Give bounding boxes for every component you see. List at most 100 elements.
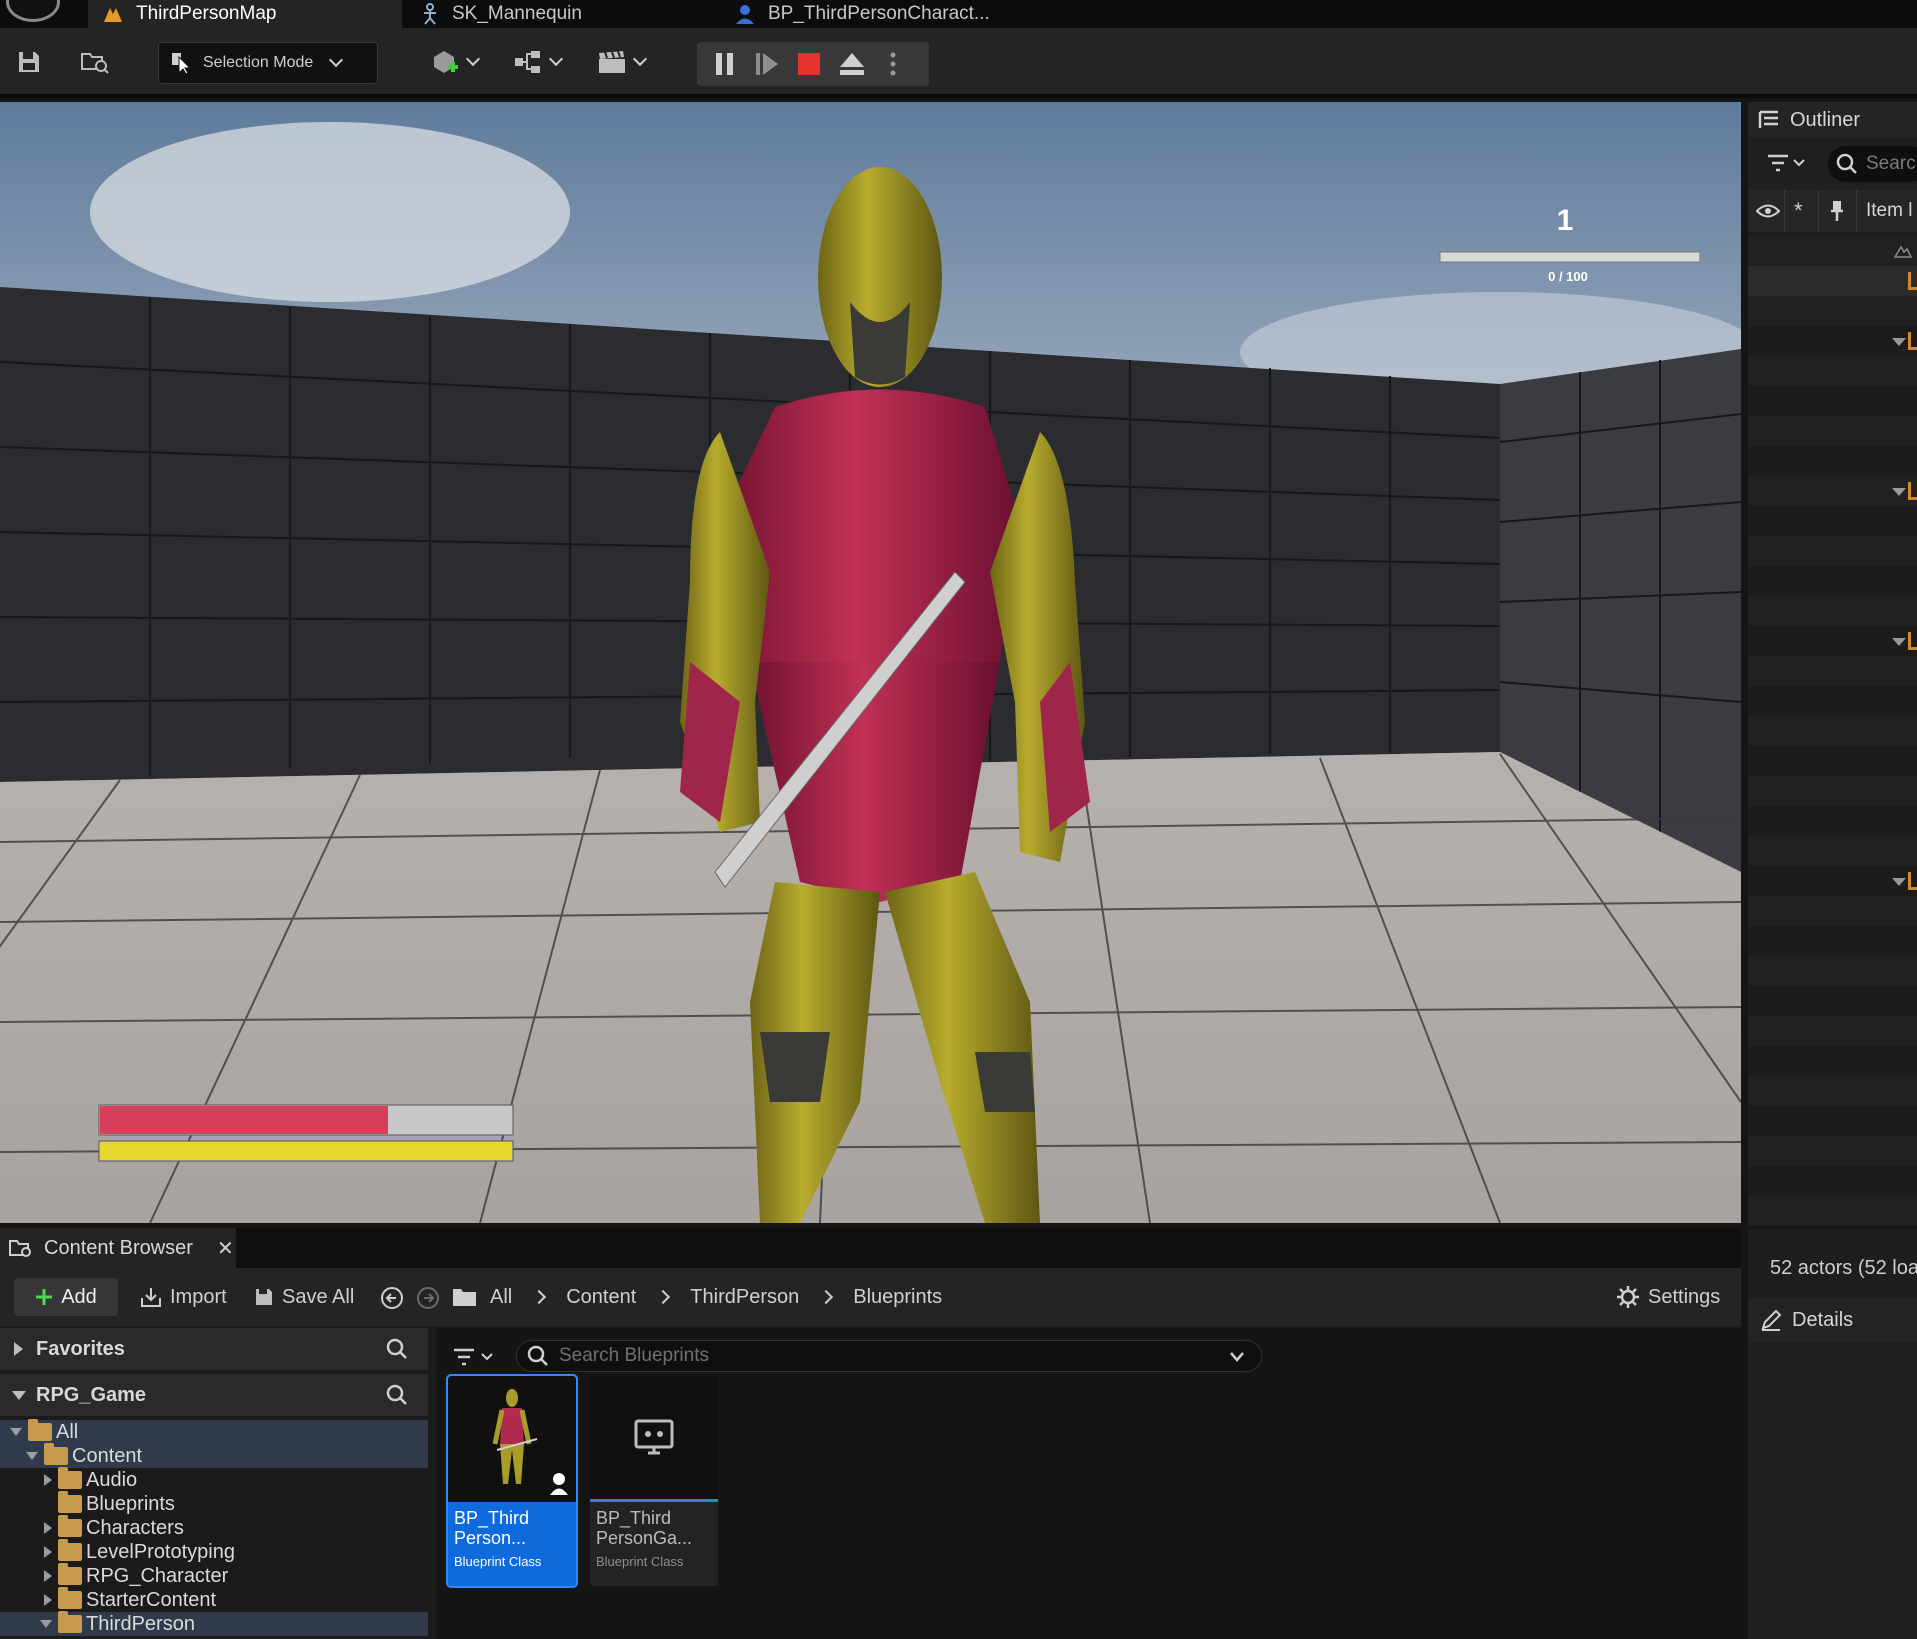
asset-type-label: Blueprint Class <box>596 1554 684 1569</box>
eject-icon[interactable] <box>837 48 867 80</box>
asset-search-input[interactable]: Search Blueprints <box>516 1340 1262 1372</box>
save-all-button[interactable]: Save All <box>254 1278 354 1316</box>
selection-mode-dropdown[interactable]: Selection Mode <box>158 42 378 84</box>
collapse-triangle-icon <box>10 1428 22 1436</box>
tree-item-all[interactable]: All <box>0 1419 428 1444</box>
tree-item-characters[interactable]: Characters <box>0 1515 428 1540</box>
details-panel: Details <box>1748 1298 1917 1639</box>
chevron-right-icon[interactable] <box>819 1289 834 1305</box>
blueprint-icon <box>736 5 754 24</box>
cinematics-dropdown[interactable] <box>592 42 650 82</box>
visibility-eye-icon[interactable] <box>1756 203 1780 219</box>
breadcrumb-all[interactable]: All <box>490 1286 512 1309</box>
save-all-label: Save All <box>282 1285 355 1308</box>
level-viewport[interactable]: 1 0 / 100 <box>0 102 1741 1223</box>
import-button[interactable]: Import <box>140 1278 227 1316</box>
tree-item-startercontent[interactable]: StarterContent <box>0 1587 428 1612</box>
settings-button[interactable]: Settings <box>1616 1278 1720 1316</box>
asset-tile-bp-thirdpersongamemode[interactable]: BP_Third PersonGa... Blueprint Class <box>590 1376 718 1586</box>
pencil-icon <box>1761 1309 1782 1331</box>
breadcrumb-thirdperson[interactable]: ThirdPerson <box>690 1286 799 1309</box>
stop-icon[interactable] <box>795 48 823 80</box>
content-browser-toolbar: Add Import Save All All Content ThirdPer… <box>0 1268 1741 1326</box>
tree-label: Characters <box>86 1516 184 1539</box>
asset-tile-bp-thirdpersoncharacter[interactable]: BP_Third Person... Blueprint Class <box>446 1374 578 1588</box>
outliner-search-input[interactable]: Searc <box>1828 146 1917 182</box>
add-actor-dropdown[interactable] <box>424 42 484 82</box>
outliner-title: Outliner <box>1790 108 1861 131</box>
actor-count-text: 52 actors (52 loa <box>1770 1257 1917 1279</box>
expand-triangle-icon[interactable] <box>1892 638 1906 646</box>
add-actor-icon <box>434 51 458 73</box>
tab-thirdpersonmap[interactable]: ThirdPersonMap <box>88 0 402 28</box>
pin-icon[interactable] <box>1830 200 1844 222</box>
tab-bp-thirdpersoncharacter[interactable]: BP_ThirdPersonCharact... <box>728 0 1048 28</box>
chevron-down-icon[interactable] <box>1229 1351 1245 1363</box>
tree-label: Content <box>72 1444 143 1467</box>
outliner-filter-row: Searc <box>1748 138 1917 190</box>
project-label: RPG_Game <box>36 1383 147 1406</box>
asset-name-line: BP_Third <box>596 1508 672 1528</box>
import-icon <box>141 1288 161 1307</box>
folder-icon[interactable] <box>452 1286 478 1308</box>
browse-folder-icon[interactable] <box>78 42 112 82</box>
search-icon[interactable] <box>386 1384 408 1406</box>
expand-triangle-icon[interactable] <box>1892 488 1906 496</box>
tree-item-thirdperson[interactable]: ThirdPerson <box>0 1611 428 1636</box>
expand-triangle-icon[interactable] <box>1892 338 1906 346</box>
content-browser-tab[interactable]: Content Browser ✕ <box>0 1228 236 1268</box>
outliner-column-header: * Item l <box>1748 190 1917 232</box>
tree-item-rpg-character[interactable]: RPG_Character <box>0 1563 428 1588</box>
favorites-section[interactable]: Favorites <box>0 1328 428 1370</box>
mountain-icon <box>1894 245 1912 258</box>
viewport-scene: 1 0 / 100 <box>0 102 1741 1223</box>
blueprints-dropdown[interactable] <box>508 42 566 82</box>
details-header[interactable]: Details <box>1748 1298 1917 1342</box>
filter-icon[interactable] <box>452 1346 496 1368</box>
tree-item-levelprototyping[interactable]: LevelPrototyping <box>0 1539 428 1564</box>
play-controls <box>697 42 929 86</box>
breadcrumb-blueprints[interactable]: Blueprints <box>853 1286 942 1309</box>
expand-triangle-icon[interactable] <box>1892 878 1906 886</box>
content-browser-tab-label: Content Browser <box>44 1236 193 1259</box>
stamina-bar-fill <box>100 1142 512 1160</box>
tree-item-audio[interactable]: Audio <box>0 1467 428 1492</box>
hud-xp-text: 0 / 100 <box>1548 269 1588 284</box>
tree-item-content[interactable]: Content <box>0 1443 428 1468</box>
details-title: Details <box>1792 1308 1854 1331</box>
plus-icon <box>36 1289 53 1305</box>
tree-label: Audio <box>86 1468 138 1491</box>
character-class-icon <box>550 1473 568 1495</box>
project-section[interactable]: RPG_Game <box>0 1374 428 1416</box>
frame-skip-icon[interactable] <box>753 48 781 80</box>
tree-label: Blueprints <box>86 1492 175 1515</box>
save-icon[interactable] <box>14 42 44 82</box>
item-label-column[interactable]: Item l <box>1866 200 1912 222</box>
forward-arrow-icon[interactable] <box>416 1286 440 1310</box>
search-icon[interactable] <box>386 1338 408 1360</box>
unreal-logo-icon[interactable] <box>6 0 60 22</box>
more-options-icon[interactable] <box>883 48 903 80</box>
outliner-header: Outliner <box>1748 102 1917 138</box>
pause-icon[interactable] <box>711 48 739 80</box>
add-button[interactable]: Add <box>14 1278 118 1316</box>
back-arrow-icon[interactable] <box>380 1286 404 1310</box>
skeletal-mesh-icon <box>424 3 436 25</box>
search-placeholder: Searc <box>1866 153 1916 174</box>
tree-item-blueprints[interactable]: Blueprints <box>0 1491 428 1516</box>
content-browser-tab-bar: Content Browser ✕ <box>0 1228 1741 1268</box>
expand-triangle-icon <box>44 1474 52 1486</box>
filter-icon[interactable] <box>1766 152 1806 174</box>
tree-label: StarterContent <box>86 1588 217 1611</box>
chevron-right-icon[interactable] <box>656 1289 671 1305</box>
search-placeholder: Search Blueprints <box>559 1345 709 1366</box>
chevron-right-icon[interactable] <box>532 1289 547 1305</box>
close-tab-icon[interactable]: ✕ <box>217 1236 234 1261</box>
chevron-down-icon <box>465 51 481 67</box>
breadcrumb-content[interactable]: Content <box>566 1286 636 1309</box>
collapse-triangle-icon <box>12 1391 26 1400</box>
favorite-star-icon[interactable]: * <box>1794 198 1803 224</box>
main-toolbar: Selection Mode <box>0 28 1917 98</box>
tab-sk-mannequin[interactable]: SK_Mannequin <box>414 0 714 28</box>
outliner-tree[interactable] <box>1748 236 1917 1226</box>
